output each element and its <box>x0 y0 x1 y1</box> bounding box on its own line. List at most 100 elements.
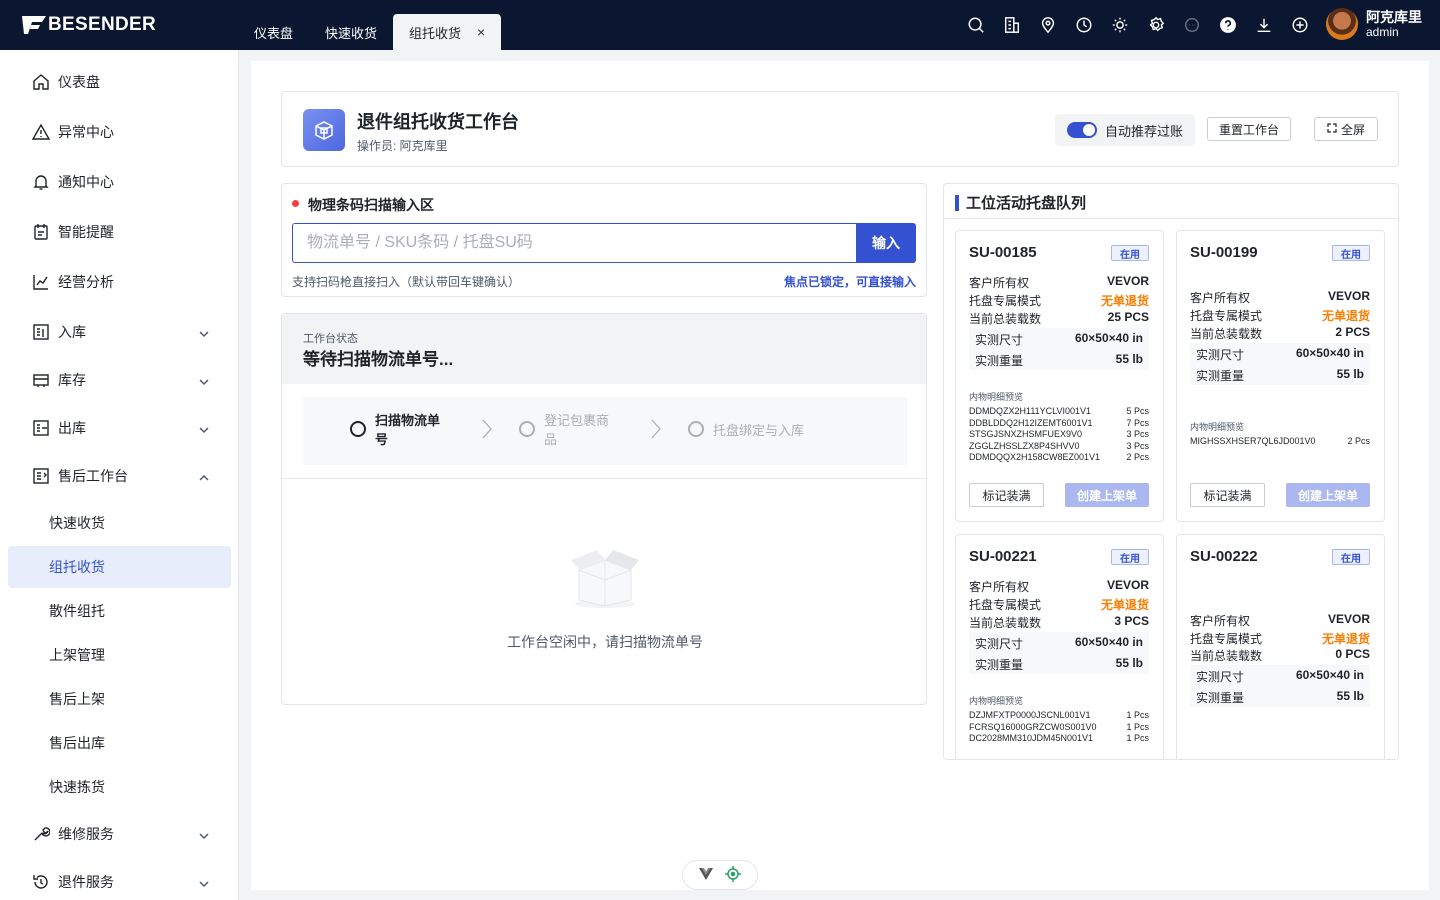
sidebar-item-inventory[interactable]: 库存 <box>0 358 239 402</box>
sidebar-item-notifications[interactable]: 通知中心 <box>0 160 239 204</box>
logo[interactable]: BESENDER <box>22 12 156 38</box>
bell-icon <box>32 173 50 191</box>
measurement-box: 实测尺寸 60×50×40 in 实测重量 55 lb <box>969 632 1149 674</box>
field-label: 客户所有权 <box>969 276 1030 290</box>
create-putaway-button[interactable]: 创建上架单 <box>1065 483 1149 507</box>
step-label: 扫描物流单号 <box>375 413 441 447</box>
mode-row: 托盘专属模式 无单退货 <box>969 596 1149 614</box>
size-row: 实测尺寸 60×50×40 in <box>975 635 1143 653</box>
step-register: 登记包裹商品 <box>519 411 618 449</box>
field-label: 托盘专属模式 <box>969 598 1042 612</box>
sidebar-subitem-quick-pick[interactable]: 快速拣货 <box>8 766 231 808</box>
sidebar-item-dashboard[interactable]: 仪表盘 <box>0 60 239 104</box>
focus-status: 焦点已锁定，可直接输入 <box>783 275 916 289</box>
workbench-header: 退件组托收货工作台 操作员: 阿克库里 自动推荐过账 重置工作台 全屏 <box>281 91 1399 167</box>
sidebar-item-analytics[interactable]: 经营分析 <box>0 260 239 304</box>
owner-row: 客户所有权 VEVOR <box>1190 289 1370 307</box>
sidebar-subitem-aftersales-putaway[interactable]: 售后上架 <box>8 678 231 720</box>
size-row: 实测尺寸 60×50×40 in <box>1196 346 1364 364</box>
close-icon[interactable]: × <box>477 24 485 40</box>
pallet-card[interactable]: SU-00222 在用 客户所有权 VEVOR 托盘专属模式 无单退货 当前总装载数… <box>1176 534 1385 759</box>
detail-row: MIGHSSXHSER7QL6JD001V0 2 Pcs <box>1190 436 1370 448</box>
detail-list: DDMDQZX2H111YCLVI001V1 5 Pcs DDBLDDQ2H12I… <box>969 406 1149 464</box>
field-value: 无单退货 <box>1100 598 1149 612</box>
mode-row: 托盘专属模式 无单退货 <box>1190 630 1370 648</box>
sun-icon[interactable] <box>1110 15 1130 35</box>
sidebar-subitem-aftersales-outbound[interactable]: 售后出库 <box>8 722 231 764</box>
sidebar-item-reminders[interactable]: 智能提醒 <box>0 210 239 254</box>
detail-sku: STSGJSNXZHSMFUEX9V0 <box>969 429 1083 439</box>
sidebar-item-returns[interactable]: 退件服务 <box>0 860 239 900</box>
sidebar-subitem-loose-pallet[interactable]: 散件组托 <box>8 590 231 632</box>
outbound-icon <box>32 419 50 437</box>
chevron-right-icon <box>482 419 492 439</box>
field-value: VEVOR <box>1327 289 1370 303</box>
field-value: 0 PCS <box>1335 647 1370 661</box>
floating-toolbar <box>682 860 758 890</box>
chat-icon[interactable] <box>1182 15 1202 35</box>
location-icon[interactable] <box>1038 15 1058 35</box>
sidebar-item-inbound[interactable]: 入库 <box>0 310 239 354</box>
target-icon[interactable] <box>725 865 741 885</box>
sidebar-item-repair[interactable]: 维修服务 <box>0 812 239 856</box>
building-icon[interactable] <box>1002 15 1022 35</box>
detail-sku: DC2028MM310JDM45N001V1 <box>969 733 1094 743</box>
field-label: 当前总装载数 <box>1190 327 1263 341</box>
detail-row: STSGJSNXZHSMFUEX9V0 3 Pcs <box>969 429 1149 441</box>
status-badge: 在用 <box>1111 549 1149 565</box>
detail-label: 内物明细预览 <box>969 392 1024 402</box>
field-label: 客户所有权 <box>1190 614 1251 628</box>
reminder-icon <box>32 223 50 241</box>
field-label: 客户所有权 <box>1190 291 1251 305</box>
sidebar-subitem-label: 快速拣货 <box>49 779 105 795</box>
pallet-card[interactable]: SU-00199 在用 客户所有权 VEVOR 托盘专属模式 无单退货 当前总装载数… <box>1176 230 1385 522</box>
avatar[interactable] <box>1326 8 1358 40</box>
barcode-input[interactable] <box>292 223 857 263</box>
pallet-card[interactable]: SU-00221 在用 客户所有权 VEVOR 托盘专属模式 无单退货 当前总装载数… <box>955 534 1164 759</box>
reset-workbench-button[interactable]: 重置工作台 <box>1207 117 1291 141</box>
sidebar-item-exceptions[interactable]: 异常中心 <box>0 110 239 154</box>
field-value: VEVOR <box>1106 578 1149 592</box>
sidebar-subitem-pallet-receive[interactable]: 组托收货 <box>8 546 231 588</box>
vue-devtools-icon[interactable] <box>699 867 713 883</box>
wrench-icon <box>32 825 51 843</box>
sidebar-item-outbound[interactable]: 出库 <box>0 406 239 450</box>
submit-button[interactable]: 输入 <box>856 223 916 263</box>
mark-full-button[interactable]: 标记装满 <box>969 483 1044 507</box>
step-label: 登记包裹商品 <box>544 413 610 447</box>
create-putaway-button[interactable]: 创建上架单 <box>1286 483 1370 507</box>
fullscreen-button[interactable]: 全屏 <box>1314 117 1378 141</box>
sidebar-subitem-putaway[interactable]: 上架管理 <box>8 634 231 676</box>
detail-row: DDMDQQX2H158CW8EZ001V1 2 Pcs <box>969 452 1149 464</box>
sidebar-item-aftersales[interactable]: 售后工作台 <box>0 454 239 498</box>
plus-circle-icon[interactable] <box>1290 15 1310 35</box>
auto-post-toggle[interactable]: 自动推荐过账 <box>1055 114 1195 146</box>
pallet-queue-panel: 工位活动托盘队列 SU-00185 在用 客户所有权 VEVOR 托盘专属模式 无单… <box>943 183 1399 760</box>
sidebar-item-label: 通知中心 <box>58 174 114 190</box>
size-row: 实测尺寸 60×50×40 in <box>1196 668 1364 686</box>
process-steps: 扫描物流单号 登记包裹商品 托盘绑定与入库 <box>303 397 907 465</box>
help-icon[interactable] <box>1218 15 1238 35</box>
sidebar-subitem-label: 快速收货 <box>49 515 105 531</box>
detail-row: FCRSQ16000GRZCW0S001V0 1 Pcs <box>969 722 1149 734</box>
tab-quick-receive[interactable]: 快速收货 <box>309 14 393 50</box>
field-value: 3 PCS <box>1114 614 1149 628</box>
pallet-card[interactable]: SU-00185 在用 客户所有权 VEVOR 托盘专属模式 无单退货 当前总装载数… <box>955 230 1164 522</box>
search-icon[interactable] <box>966 15 986 35</box>
status-badge: 在用 <box>1332 549 1370 565</box>
download-icon[interactable] <box>1254 15 1274 35</box>
tab-pallet-receive[interactable]: 组托收货 × <box>393 14 502 50</box>
field-label: 客户所有权 <box>969 580 1030 594</box>
user-menu[interactable]: 阿克库里 admin <box>1326 8 1422 40</box>
settings-icon[interactable] <box>1146 15 1166 35</box>
chevron-down-icon <box>199 876 209 888</box>
detail-qty: 1 Pcs <box>1126 710 1149 720</box>
tab-dashboard[interactable]: 仪表盘 <box>238 14 309 50</box>
clock-icon[interactable] <box>1074 15 1094 35</box>
scan-hint: 支持扫码枪直接扫入（默认带回车键确认） <box>292 275 521 289</box>
mark-full-button[interactable]: 标记装满 <box>1190 483 1265 507</box>
toggle-switch[interactable] <box>1067 122 1097 138</box>
divider <box>282 478 926 479</box>
field-label: 当前总装载数 <box>969 312 1042 326</box>
sidebar-subitem-quick-receive[interactable]: 快速收货 <box>8 502 231 544</box>
